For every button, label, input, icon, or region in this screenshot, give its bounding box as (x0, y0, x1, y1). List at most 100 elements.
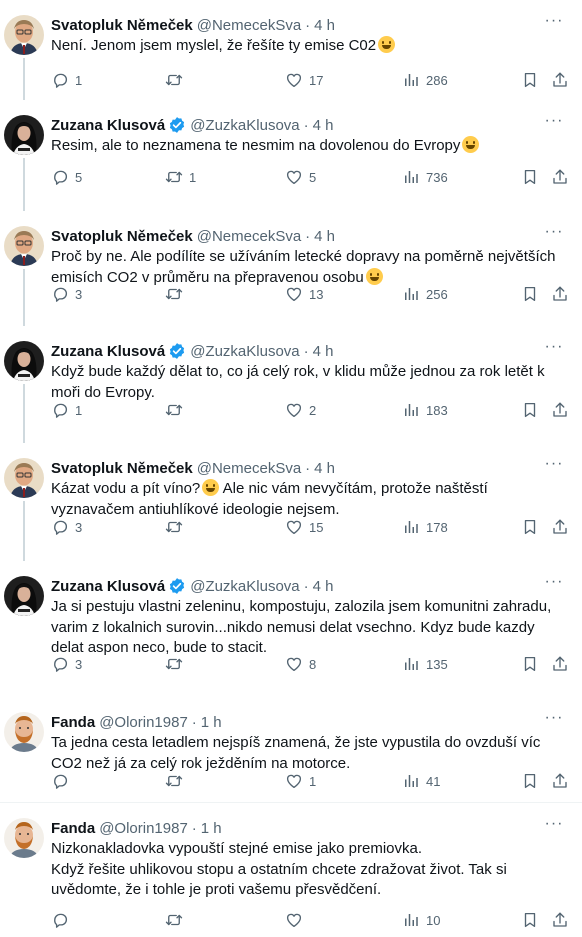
timestamp[interactable]: 4 h (313, 117, 334, 134)
more-options-icon[interactable]: ··· (544, 224, 564, 244)
retweet-button[interactable] (165, 400, 189, 420)
more-options-icon[interactable]: ··· (544, 710, 564, 730)
retweet-button[interactable] (165, 771, 189, 791)
author-handle[interactable]: @ZuzkaKlusova (190, 343, 299, 360)
views-button[interactable]: 256 (402, 284, 448, 304)
avatar[interactable] (4, 818, 44, 858)
reply-button[interactable]: 5 (51, 167, 82, 187)
like-button[interactable]: 1 (285, 771, 316, 791)
tweet-text-line: uvědomte, že i tohle je proti vašemu pře… (51, 880, 573, 901)
tweet[interactable]: Svatopluk Němeček @NemecekSva · 4 h ··· Není.… (0, 0, 582, 100)
share-button[interactable] (551, 70, 569, 90)
share-button[interactable] (551, 910, 569, 930)
more-options-icon[interactable]: ··· (544, 574, 564, 594)
retweet-icon (165, 401, 183, 419)
like-button[interactable]: 5 (285, 167, 316, 187)
retweet-button[interactable] (165, 517, 189, 537)
more-options-icon[interactable]: ··· (544, 339, 564, 359)
author-name[interactable]: Fanda (51, 820, 95, 837)
timestamp[interactable]: 4 h (313, 343, 334, 360)
reply-button[interactable]: 1 (51, 400, 82, 420)
more-options-icon[interactable]: ··· (544, 816, 564, 836)
like-button[interactable]: 2 (285, 400, 316, 420)
share-button[interactable] (551, 400, 569, 420)
timestamp[interactable]: 4 h (314, 460, 335, 477)
avatar[interactable] (4, 226, 44, 266)
bookmark-button[interactable] (521, 910, 539, 930)
author-name[interactable]: Zuzana Klusová (51, 343, 165, 360)
timestamp[interactable]: 4 h (313, 578, 334, 595)
author-handle[interactable]: @Olorin1987 (99, 714, 188, 731)
share-button[interactable] (551, 167, 569, 187)
author-handle[interactable]: @ZuzkaKlusova (190, 578, 299, 595)
more-options-icon[interactable]: ··· (544, 456, 564, 476)
more-options-icon[interactable]: ··· (544, 113, 564, 133)
share-button[interactable] (551, 654, 569, 674)
tweet[interactable]: Fanda @Olorin1987 · 1 h ··· Nizkonakladovka v… (0, 803, 582, 937)
views-button[interactable]: 736 (402, 167, 448, 187)
reply-button[interactable] (51, 771, 75, 791)
views-button[interactable]: 178 (402, 517, 448, 537)
more-options-icon[interactable]: ··· (544, 13, 564, 33)
author-handle[interactable]: @Olorin1987 (99, 820, 188, 837)
author-name[interactable]: Svatopluk Němeček (51, 228, 193, 245)
reply-button[interactable]: 1 (51, 70, 82, 90)
views-button[interactable]: 10 (402, 910, 440, 930)
author-name[interactable]: Fanda (51, 714, 95, 731)
tweet[interactable]: Fanda @Olorin1987 · 1 h ··· Ta jedna cesta le… (0, 697, 582, 803)
avatar[interactable] (4, 712, 44, 752)
tweet[interactable]: Zuzana Klusová @ZuzkaKlusova · 4 h ··· Resim,… (0, 100, 582, 211)
thread-connector-line (23, 384, 25, 443)
author-handle[interactable]: @NemecekSva (197, 17, 301, 34)
avatar[interactable] (4, 15, 44, 55)
like-button[interactable]: 13 (285, 284, 323, 304)
author-name[interactable]: Svatopluk Němeček (51, 460, 193, 477)
author-name[interactable]: Zuzana Klusová (51, 578, 165, 595)
retweet-button[interactable] (165, 910, 189, 930)
bookmark-button[interactable] (521, 284, 539, 304)
tweet[interactable]: Svatopluk Němeček @NemecekSva · 4 h ··· Proč … (0, 211, 582, 326)
bookmark-button[interactable] (521, 654, 539, 674)
like-button[interactable] (285, 910, 309, 930)
share-button[interactable] (551, 284, 569, 304)
author-handle[interactable]: @ZuzkaKlusova (190, 117, 299, 134)
reply-button[interactable]: 3 (51, 654, 82, 674)
retweet-button[interactable] (165, 654, 189, 674)
views-button[interactable]: 183 (402, 400, 448, 420)
retweet-button[interactable] (165, 70, 189, 90)
timestamp[interactable]: 1 h (201, 820, 222, 837)
author-name[interactable]: Zuzana Klusová (51, 117, 165, 134)
bookmark-button[interactable] (521, 771, 539, 791)
author-handle[interactable]: @NemecekSva (197, 460, 301, 477)
like-button[interactable]: 8 (285, 654, 316, 674)
reply-button[interactable]: 3 (51, 517, 82, 537)
retweet-button[interactable] (165, 284, 189, 304)
like-button[interactable]: 17 (285, 70, 323, 90)
views-button[interactable]: 286 (402, 70, 448, 90)
reply-button[interactable] (51, 910, 75, 930)
timestamp[interactable]: 4 h (314, 17, 335, 34)
avatar[interactable] (4, 576, 44, 616)
reply-button[interactable]: 3 (51, 284, 82, 304)
avatar[interactable] (4, 458, 44, 498)
tweet[interactable]: Zuzana Klusová @ZuzkaKlusova · 4 h ··· Když b… (0, 326, 582, 443)
bookmark-button[interactable] (521, 400, 539, 420)
bookmark-button[interactable] (521, 70, 539, 90)
separator-dot: · (305, 227, 311, 245)
tweet[interactable]: Zuzana Klusová @ZuzkaKlusova · 4 h ··· Ja si … (0, 561, 582, 697)
author-name[interactable]: Svatopluk Němeček (51, 17, 193, 34)
share-button[interactable] (551, 517, 569, 537)
tweet[interactable]: Svatopluk Němeček @NemecekSva · 4 h ··· Kázat… (0, 443, 582, 561)
bookmark-button[interactable] (521, 517, 539, 537)
share-button[interactable] (551, 771, 569, 791)
avatar[interactable] (4, 341, 44, 381)
views-button[interactable]: 135 (402, 654, 448, 674)
views-button[interactable]: 41 (402, 771, 440, 791)
retweet-button[interactable]: 1 (165, 167, 196, 187)
bookmark-button[interactable] (521, 167, 539, 187)
timestamp[interactable]: 1 h (201, 714, 222, 731)
timestamp[interactable]: 4 h (314, 228, 335, 245)
author-handle[interactable]: @NemecekSva (197, 228, 301, 245)
like-button[interactable]: 15 (285, 517, 323, 537)
avatar[interactable] (4, 115, 44, 155)
